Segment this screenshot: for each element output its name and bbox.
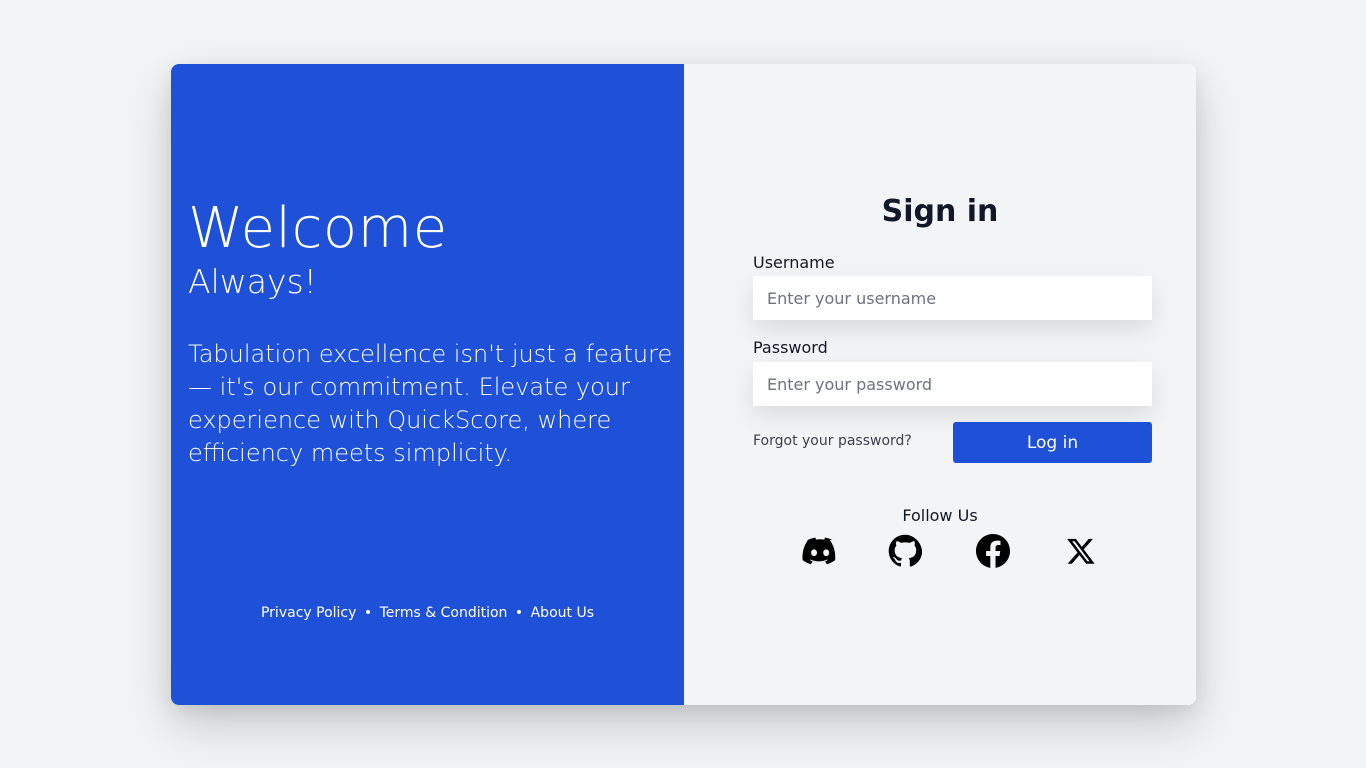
forgot-password-link[interactable]: Forgot your password?: [753, 433, 912, 449]
terms-link[interactable]: Terms & Condition: [380, 605, 508, 621]
signin-panel: Sign in Username Password Forgot your pa…: [684, 64, 1196, 705]
footer-separator: •: [514, 605, 524, 621]
about-us-link[interactable]: About Us: [531, 605, 594, 621]
footer-separator: •: [363, 605, 373, 621]
welcome-subtitle: Always!: [188, 262, 317, 301]
discord-icon[interactable]: [802, 533, 838, 569]
welcome-tagline: Tabulation excellence isn't just a featu…: [188, 340, 673, 467]
username-label: Username: [753, 253, 835, 272]
x-icon[interactable]: [1063, 533, 1099, 569]
password-label: Password: [753, 338, 828, 357]
github-icon[interactable]: [887, 533, 923, 569]
welcome-panel: Welcome Always! Tabulation excellence is…: [171, 64, 684, 705]
facebook-icon[interactable]: [975, 533, 1011, 569]
follow-us-label: Follow Us: [902, 506, 978, 525]
username-input[interactable]: [753, 276, 1152, 320]
login-button[interactable]: Log in: [953, 422, 1152, 463]
login-card: Welcome Always! Tabulation excellence is…: [171, 64, 1196, 705]
welcome-title: Welcome: [188, 196, 448, 261]
signin-title: Sign in: [881, 194, 999, 229]
password-input[interactable]: [753, 362, 1152, 406]
footer-links: Privacy Policy • Terms & Condition • Abo…: [171, 605, 684, 621]
privacy-policy-link[interactable]: Privacy Policy: [261, 605, 356, 621]
